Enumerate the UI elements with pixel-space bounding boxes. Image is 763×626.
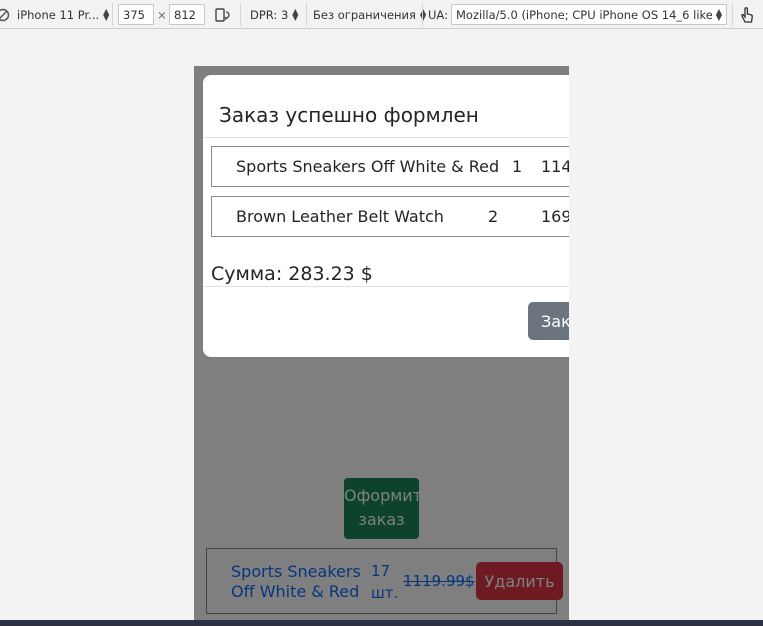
modal-title: Заказ успешно формлен — [219, 103, 479, 127]
device-select-label: iPhone 11 Pr... — [17, 7, 100, 22]
devtools-bottom-bar — [0, 620, 763, 626]
order-item-qty: 1 — [512, 157, 523, 176]
order-item-price: 169 — [541, 207, 569, 226]
order-item-price: 114 — [541, 157, 569, 176]
chevron-updown-icon: ▲ ▼ — [292, 6, 299, 22]
ua-label: UA: — [428, 7, 448, 22]
dimension-separator: × — [157, 7, 167, 22]
dpr-select[interactable]: DPR: 3 ▲ ▼ — [250, 4, 298, 25]
order-item-name: Brown Leather Belt Watch — [236, 207, 444, 226]
order-item-name: Sports Sneakers Off White & Red — [236, 157, 500, 176]
close-button[interactable]: Закрыть — [528, 302, 569, 340]
order-item-row: Brown Leather Belt Watch 2 169 — [211, 196, 569, 237]
modal-footer-divider — [203, 286, 569, 287]
chevron-updown-icon: ▲ ▼ — [419, 6, 427, 22]
device-select[interactable]: iPhone 11 Pr... ▲ ▼ — [17, 4, 109, 25]
rotate-icon[interactable] — [214, 4, 230, 25]
devtools-device-toolbar: iPhone 11 Pr... ▲ ▼ 375 × 812 DPR: 3 ▲ ▼ Б… — [0, 0, 763, 29]
order-item-qty: 2 — [488, 207, 499, 226]
order-total: Сумма: 283.23 $ — [211, 263, 373, 285]
device-mode-icon — [0, 4, 10, 25]
order-success-modal: Заказ успешно формлен Sports Sneakers Of… — [203, 75, 569, 357]
touch-icon[interactable] — [739, 4, 755, 25]
ua-select[interactable]: Mozilla/5.0 (iPhone; CPU iPhone OS 14_6 … — [451, 4, 727, 25]
width-input[interactable]: 375 — [118, 4, 154, 25]
chevron-updown-icon: ▲ ▼ — [103, 6, 110, 22]
height-input[interactable]: 812 — [169, 4, 205, 25]
chevron-updown-icon: ▲ ▼ — [715, 6, 722, 22]
throttle-select[interactable]: Без ограничения ▲ ▼ — [313, 4, 426, 25]
order-item-row: Sports Sneakers Off White & Red 1 114 — [211, 146, 569, 187]
device-viewport: Оформить заказ Sports Sneakers Off White… — [194, 66, 569, 622]
modal-header-divider — [203, 137, 569, 138]
